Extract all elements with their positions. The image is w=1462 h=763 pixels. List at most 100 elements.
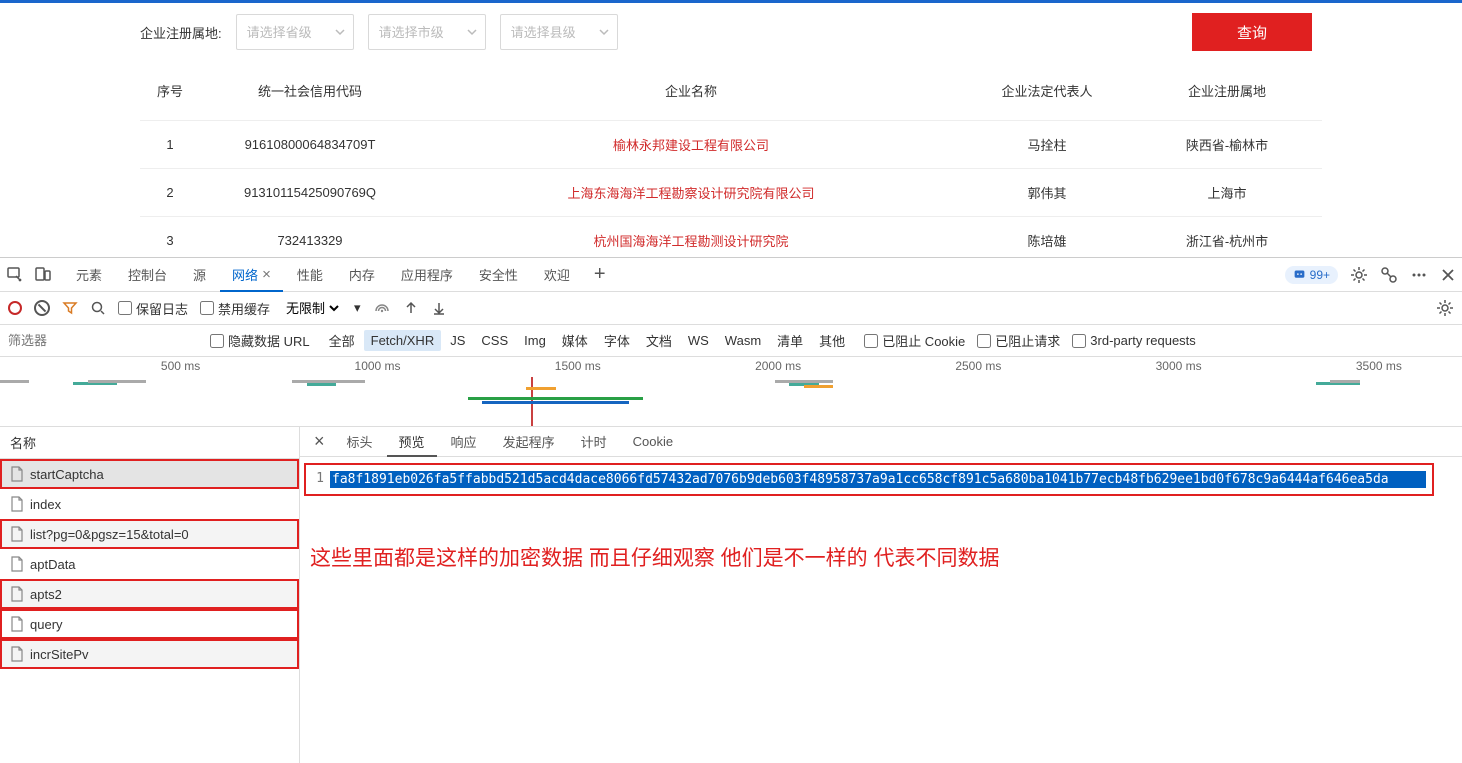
annotation-text: 这些里面都是这样的加密数据 而且仔细观察 他们是不一样的 代表不同数据: [300, 502, 1462, 572]
timeline-label: 500 ms: [161, 359, 200, 373]
preserve-log-checkbox[interactable]: 保留日志: [118, 299, 188, 318]
network-timeline[interactable]: 500 ms1000 ms1500 ms2000 ms2500 ms3000 m…: [0, 357, 1462, 427]
timeline-bar: [0, 380, 29, 383]
devtools-tab[interactable]: 元素: [64, 258, 114, 291]
table-row: 2 91310115425090769Q 上海东海海洋工程勘察设计研究院有限公司…: [140, 169, 1322, 217]
type-filter-group: 全部Fetch/XHRJSCSSImg媒体字体文档WSWasm清单其他: [322, 328, 853, 353]
devtools-tab[interactable]: 安全性: [467, 258, 530, 291]
detail-tab[interactable]: Cookie: [621, 427, 685, 456]
clear-icon[interactable]: [34, 300, 50, 316]
devtools-tab[interactable]: 应用程序: [389, 258, 465, 291]
type-filter[interactable]: 媒体: [555, 328, 595, 353]
cell-loc: 上海市: [1132, 169, 1322, 217]
timeline-bar: [322, 380, 366, 383]
cell-rep: 马拴柱: [962, 121, 1132, 169]
cell-code: 732413329: [200, 217, 420, 258]
type-filter[interactable]: JS: [443, 330, 472, 351]
request-name: apts2: [30, 587, 62, 602]
request-item[interactable]: aptData: [0, 549, 299, 579]
request-item[interactable]: apts2: [0, 579, 299, 609]
detail-tab[interactable]: 响应: [439, 427, 489, 456]
type-filter[interactable]: Img: [517, 330, 553, 351]
cell-rep: 陈培雄: [962, 217, 1132, 258]
type-filter[interactable]: 清单: [770, 328, 810, 353]
type-filter[interactable]: WS: [681, 330, 716, 351]
request-item[interactable]: query: [0, 609, 299, 639]
province-select[interactable]: 请选择省级: [236, 14, 354, 50]
detail-tab[interactable]: 发起程序: [491, 427, 567, 456]
filter-toggle-icon[interactable]: [62, 300, 78, 316]
third-party-checkbox[interactable]: 3rd-party requests: [1072, 333, 1196, 348]
request-item[interactable]: startCaptcha: [0, 459, 299, 489]
request-name: incrSitePv: [30, 647, 89, 662]
timeline-bar: [88, 380, 146, 383]
hide-data-url-checkbox[interactable]: 隐藏数据 URL: [210, 331, 310, 350]
network-main: 名称 startCaptchaindexlist?pg=0&pgsz=15&to…: [0, 427, 1462, 763]
cell-idx: 1: [140, 121, 200, 169]
type-filter[interactable]: 全部: [322, 328, 362, 353]
search-icon[interactable]: [90, 300, 106, 316]
cell-code: 91310115425090769Q: [200, 169, 420, 217]
dock-icon[interactable]: [1380, 266, 1398, 284]
timeline-label: 2500 ms: [955, 359, 1001, 373]
county-select[interactable]: 请选择县级: [500, 14, 618, 50]
timeline-label: 1000 ms: [355, 359, 401, 373]
city-select[interactable]: 请选择市级: [368, 14, 486, 50]
filter-input[interactable]: [8, 333, 198, 348]
devtools-panel: 元素控制台源网络×性能内存应用程序安全性欢迎 + 99+ 保留日志 禁用缓存 无…: [0, 257, 1462, 763]
query-button[interactable]: 查询: [1192, 13, 1312, 51]
blocked-requests-checkbox[interactable]: 已阻止请求: [977, 331, 1060, 350]
detail-tab[interactable]: 预览: [387, 427, 437, 456]
type-filter[interactable]: 其他: [812, 328, 852, 353]
network-filter-bar: 隐藏数据 URL 全部Fetch/XHRJSCSSImg媒体字体文档WSWasm…: [0, 325, 1462, 357]
detail-tab[interactable]: 标头: [335, 427, 385, 456]
devtools-tab[interactable]: 网络×: [220, 258, 283, 291]
type-filter[interactable]: 文档: [639, 328, 679, 353]
close-devtools-icon[interactable]: [1440, 267, 1456, 283]
blocked-cookies-checkbox[interactable]: 已阻止 Cookie: [864, 331, 965, 350]
cell-name-link[interactable]: 上海东海海洋工程勘察设计研究院有限公司: [420, 169, 962, 217]
type-filter[interactable]: CSS: [474, 330, 515, 351]
disable-cache-checkbox[interactable]: 禁用缓存: [200, 299, 270, 318]
request-item[interactable]: incrSitePv: [0, 639, 299, 669]
timeline-label: 1500 ms: [555, 359, 601, 373]
cell-idx: 2: [140, 169, 200, 217]
devtools-tab[interactable]: 内存: [337, 258, 387, 291]
th-name: 企业名称: [420, 65, 962, 121]
throttling-select[interactable]: 无限制: [282, 300, 342, 317]
cell-name-link[interactable]: 榆林永邦建设工程有限公司: [420, 121, 962, 169]
upload-har-icon[interactable]: [403, 300, 419, 316]
toolbar-settings-icon[interactable]: [1436, 299, 1454, 317]
devtools-tab[interactable]: 欢迎: [532, 258, 582, 291]
network-conditions-icon[interactable]: [373, 299, 391, 317]
more-icon[interactable]: [1410, 266, 1428, 284]
settings-icon[interactable]: [1350, 266, 1368, 284]
issues-badge[interactable]: 99+: [1285, 266, 1338, 284]
close-detail-icon[interactable]: ×: [306, 431, 333, 452]
add-tab-icon[interactable]: +: [584, 263, 616, 286]
request-name: startCaptcha: [30, 467, 104, 482]
close-tab-icon[interactable]: ×: [262, 266, 271, 283]
detail-tab[interactable]: 计时: [569, 427, 619, 456]
record-icon[interactable]: [8, 301, 22, 315]
type-filter[interactable]: Fetch/XHR: [364, 330, 442, 351]
inspect-icon[interactable]: [6, 266, 24, 284]
devtools-tab[interactable]: 性能: [285, 258, 335, 291]
response-body-row: 1 fa8f1891eb026fa5ffabbd521d5acd4dace806…: [304, 463, 1434, 496]
devtools-tab[interactable]: 源: [181, 258, 218, 291]
cell-idx: 3: [140, 217, 200, 258]
devtools-tab[interactable]: 控制台: [116, 258, 179, 291]
line-number: 1: [312, 471, 330, 486]
table-row: 3 732413329 杭州国海海洋工程勘测设计研究院 陈培雄 浙江省-杭州市: [140, 217, 1322, 258]
request-item[interactable]: index: [0, 489, 299, 519]
device-icon[interactable]: [34, 266, 52, 284]
filter-row: 企业注册属地: 请选择省级 请选择市级 请选择县级 查询: [0, 3, 1462, 65]
cell-name-link[interactable]: 杭州国海海洋工程勘测设计研究院: [420, 217, 962, 258]
type-filter[interactable]: 字体: [597, 328, 637, 353]
request-item[interactable]: list?pg=0&pgsz=15&total=0: [0, 519, 299, 549]
response-body[interactable]: fa8f1891eb026fa5ffabbd521d5acd4dace8066f…: [330, 471, 1426, 488]
devtools-left-icons: [6, 266, 62, 284]
download-har-icon[interactable]: [431, 300, 447, 316]
type-filter[interactable]: Wasm: [718, 330, 768, 351]
cell-rep: 郭伟其: [962, 169, 1132, 217]
